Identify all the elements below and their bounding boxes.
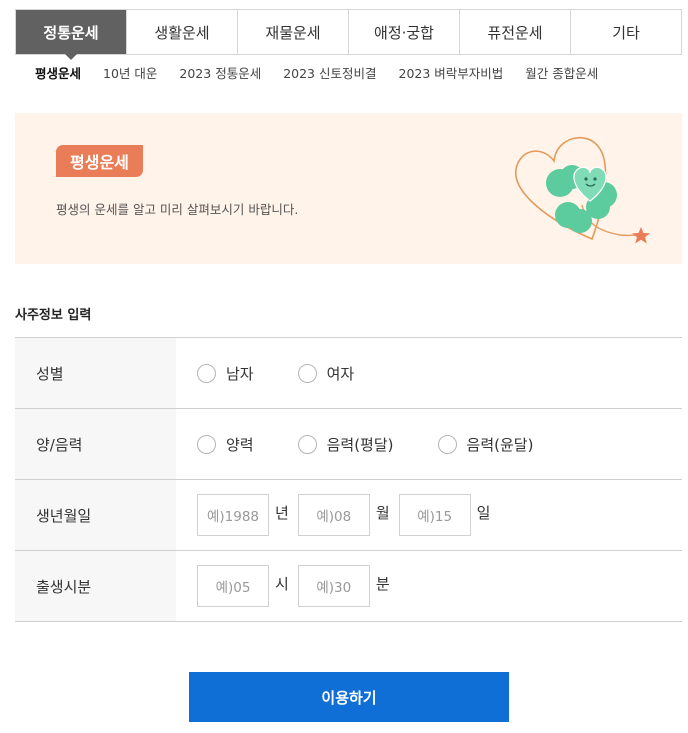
- radio-circle[interactable]: [437, 434, 457, 454]
- radio-circle[interactable]: [197, 363, 216, 383]
- subtab-lifetime-fortune[interactable]: 평생운세: [35, 63, 81, 82]
- radio-circle[interactable]: [297, 363, 317, 383]
- tab-etc[interactable]: 기타: [570, 10, 681, 54]
- tab-traditional-fortune[interactable]: 정통운세: [16, 10, 126, 60]
- birth-hour-input[interactable]: 예)05: [197, 565, 269, 607]
- submit-button[interactable]: 이용하기: [189, 672, 509, 722]
- solar-label: 양력: [226, 435, 254, 454]
- main-tab-bar: 정통운세 생활운세 재물운세 애정·궁합 퓨전운세 기타: [15, 9, 682, 60]
- year-unit: 년: [275, 504, 289, 522]
- lunar-normal-label: 음력(평달): [326, 435, 394, 454]
- lunar-leap-radio[interactable]: 음력(윤달): [437, 434, 534, 455]
- birth-day-input[interactable]: 예)15: [398, 494, 471, 536]
- lunar-normal-radio[interactable]: 음력(평달): [297, 434, 394, 455]
- hour-unit: 시: [275, 575, 289, 593]
- tab-wealth-fortune[interactable]: 재물운세: [237, 10, 348, 54]
- birthtime-label: 출생시분: [15, 551, 176, 621]
- subtab-2023-sudden-wealth[interactable]: 2023 벼락부자비법: [399, 63, 504, 82]
- solar-radio[interactable]: 양력: [197, 434, 254, 455]
- lunar-leap-label: 음력(윤달): [466, 435, 534, 454]
- gender-female-label: 여자: [326, 364, 355, 383]
- subtab-2023-traditional[interactable]: 2023 정통운세: [179, 63, 261, 82]
- gender-male-radio[interactable]: 남자: [197, 363, 254, 384]
- calendar-label: 양/음력: [15, 409, 176, 479]
- birthdate-label: 생년월일: [15, 480, 176, 550]
- minute-unit: 분: [375, 575, 390, 593]
- subtab-2023-tojeong[interactable]: 2023 신토정비결: [283, 63, 376, 82]
- clover-heart-icon: [515, 137, 650, 244]
- birth-year-input[interactable]: 예)1988: [197, 494, 269, 536]
- gender-male-label: 남자: [226, 364, 254, 383]
- subtab-ten-year-fortune[interactable]: 10년 대운: [103, 63, 157, 82]
- tab-fusion-fortune[interactable]: 퓨전운세: [459, 10, 570, 54]
- birthdate-row: 생년월일 예)1988 년 예)08 월 예)15 일: [15, 480, 682, 551]
- gender-row: 성별 남자 여자: [15, 338, 682, 409]
- section-title: 사주정보 입력: [15, 308, 92, 323]
- subtab-monthly-fortune[interactable]: 월간 종합운세: [525, 63, 598, 82]
- saju-info-form: 성별 남자 여자 양/음력 양력 음력(평달) 음력(윤달) 생년월일 예)19…: [15, 337, 682, 622]
- month-unit: 월: [375, 504, 390, 522]
- banner-description: 평생의 운세를 알고 미리 살펴보시기 바랍니다.: [56, 202, 299, 217]
- sub-tab-bar: 평생운세 10년 대운 2023 정통운세 2023 신토정비결 2023 벼락…: [35, 63, 620, 82]
- gender-female-radio[interactable]: 여자: [297, 363, 355, 384]
- birthtime-row: 출생시분 예)05 시 예)30 분: [15, 551, 682, 622]
- gender-label: 성별: [15, 338, 176, 408]
- birth-minute-input[interactable]: 예)30: [297, 565, 370, 607]
- radio-circle[interactable]: [197, 434, 216, 454]
- radio-circle[interactable]: [297, 434, 317, 454]
- tab-love-compatibility[interactable]: 애정·궁합: [348, 10, 459, 54]
- birth-month-input[interactable]: 예)08: [297, 494, 370, 536]
- tab-life-fortune[interactable]: 생활운세: [126, 10, 237, 54]
- banner-badge: 평생운세: [56, 145, 143, 177]
- calendar-row: 양/음력 양력 음력(평달) 음력(윤달): [15, 409, 682, 480]
- day-unit: 일: [476, 504, 491, 522]
- banner: 평생운세 평생의 운세를 알고 미리 살펴보시기 바랍니다.: [15, 113, 682, 264]
